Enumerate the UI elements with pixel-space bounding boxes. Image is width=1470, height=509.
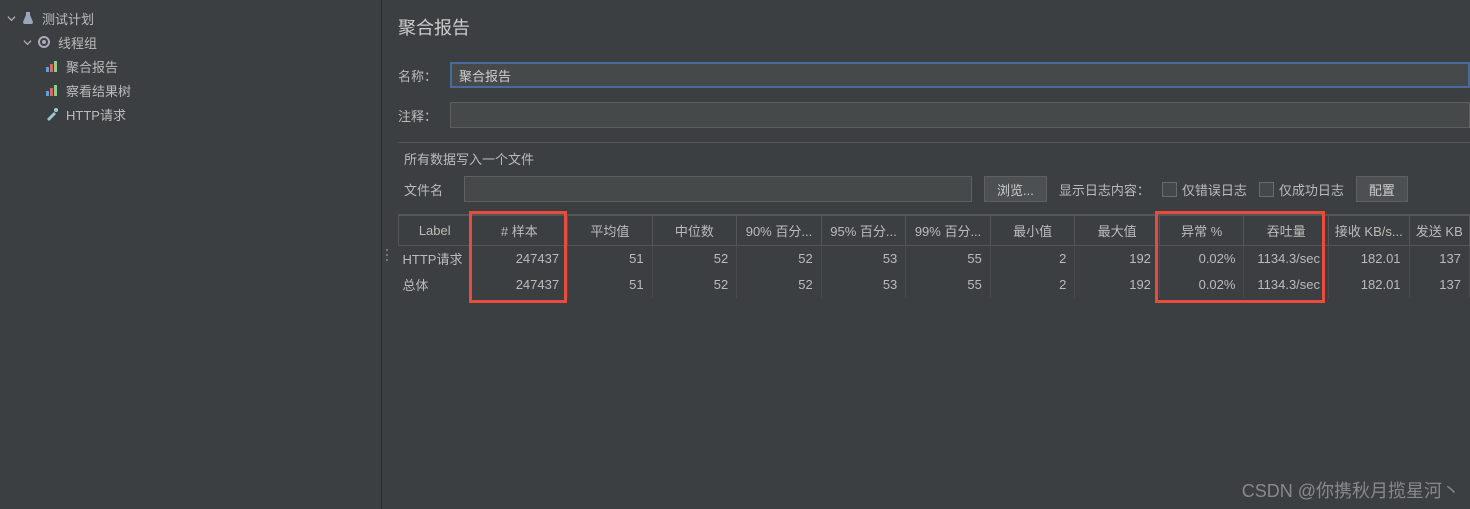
column-header[interactable]: 发送 KB: [1409, 216, 1469, 246]
main-panel: 聚合报告 名称： 注释： 所有数据写入一个文件 文件名 浏览... 显示日志内容…: [382, 0, 1470, 509]
tree-label: HTTP请求: [66, 105, 126, 124]
column-header[interactable]: 最大值: [1075, 216, 1160, 246]
browse-button[interactable]: 浏览...: [984, 176, 1047, 202]
name-label: 名称：: [398, 66, 450, 85]
cell: 247437: [471, 272, 568, 298]
column-header[interactable]: 99% 百分...: [906, 216, 991, 246]
column-header[interactable]: 90% 百分...: [737, 216, 822, 246]
cell: 137: [1409, 272, 1469, 298]
cell: 1134.3/sec: [1244, 246, 1329, 272]
filename-label: 文件名: [404, 180, 452, 199]
cell: 51: [568, 246, 653, 272]
tree-item-testplan[interactable]: 测试计划: [0, 6, 381, 30]
name-row: 名称：: [398, 62, 1470, 88]
flask-icon: [20, 10, 36, 26]
splitter-handle[interactable]: [386, 249, 388, 261]
row-label: 总体: [399, 272, 471, 298]
tree-label: 聚合报告: [66, 57, 118, 76]
config-button[interactable]: 配置: [1356, 176, 1408, 202]
name-input[interactable]: [450, 62, 1470, 88]
watermark: CSDN @你携秋月揽星河丶: [1242, 477, 1460, 503]
column-header[interactable]: 吞吐量: [1244, 216, 1329, 246]
cell: 192: [1075, 272, 1160, 298]
results-table[interactable]: Label# 样本平均值中位数90% 百分...95% 百分...99% 百分.…: [398, 214, 1470, 298]
cell: 137: [1409, 246, 1469, 272]
column-header[interactable]: 最小值: [990, 216, 1075, 246]
tree-panel[interactable]: 测试计划 线程组 聚合报告 察看结果树 HTTP请求: [0, 0, 382, 509]
pipette-icon: [44, 106, 60, 122]
cell: 247437: [471, 246, 568, 272]
checkbox-icon: [1259, 182, 1274, 197]
column-header[interactable]: # 样本: [471, 216, 568, 246]
tree-item-results-tree[interactable]: 察看结果树: [0, 78, 381, 102]
only-error-checkbox[interactable]: 仅错误日志: [1162, 180, 1247, 199]
column-header[interactable]: 中位数: [652, 216, 737, 246]
tree-label: 测试计划: [42, 9, 94, 28]
comment-row: 注释：: [398, 102, 1470, 128]
cell: 55: [906, 272, 991, 298]
chevron-down-icon[interactable]: [20, 35, 34, 49]
cell: 53: [821, 246, 906, 272]
tree-item-aggregate-report[interactable]: 聚合报告: [0, 54, 381, 78]
table-row[interactable]: 总体247437515252535521920.02%1134.3/sec182…: [399, 272, 1470, 298]
cell: 2: [990, 246, 1075, 272]
only-success-checkbox[interactable]: 仅成功日志: [1259, 180, 1344, 199]
cell: 52: [652, 246, 737, 272]
column-header[interactable]: 接收 KB/s...: [1329, 216, 1410, 246]
only-error-label: 仅错误日志: [1182, 180, 1247, 199]
cell: 52: [737, 272, 822, 298]
cell: 0.02%: [1159, 272, 1244, 298]
tree-item-http-request[interactable]: HTTP请求: [0, 102, 381, 126]
cell: 182.01: [1329, 272, 1410, 298]
checkbox-icon: [1162, 182, 1177, 197]
tree-label: 察看结果树: [66, 81, 131, 100]
cell: 1134.3/sec: [1244, 272, 1329, 298]
chart-icon: [44, 58, 60, 74]
column-header[interactable]: 异常 %: [1159, 216, 1244, 246]
file-section: 所有数据写入一个文件 文件名 浏览... 显示日志内容： 仅错误日志 仅成功日志…: [398, 142, 1470, 202]
filename-input[interactable]: [464, 176, 972, 202]
table-header-row: Label# 样本平均值中位数90% 百分...95% 百分...99% 百分.…: [399, 216, 1470, 246]
chevron-down-icon[interactable]: [4, 11, 18, 25]
tree-label: 线程组: [58, 33, 97, 52]
comment-label: 注释：: [398, 106, 450, 125]
cell: 0.02%: [1159, 246, 1244, 272]
cell: 182.01: [1329, 246, 1410, 272]
column-header[interactable]: 95% 百分...: [821, 216, 906, 246]
cell: 55: [906, 246, 991, 272]
gear-icon: [36, 34, 52, 50]
column-header[interactable]: 平均值: [568, 216, 653, 246]
only-success-label: 仅成功日志: [1279, 180, 1344, 199]
cell: 52: [652, 272, 737, 298]
tree-item-threadgroup[interactable]: 线程组: [0, 30, 381, 54]
page-title: 聚合报告: [398, 14, 1470, 40]
column-header[interactable]: Label: [399, 216, 471, 246]
log-show-label: 显示日志内容：: [1059, 180, 1150, 199]
file-row: 文件名 浏览... 显示日志内容： 仅错误日志 仅成功日志 配置: [398, 176, 1470, 202]
comment-input[interactable]: [450, 102, 1470, 128]
cell: 192: [1075, 246, 1160, 272]
file-section-title: 所有数据写入一个文件: [398, 147, 1470, 176]
cell: 52: [737, 246, 822, 272]
cell: 51: [568, 272, 653, 298]
row-label: HTTP请求: [399, 246, 471, 272]
chart-icon: [44, 82, 60, 98]
table-row[interactable]: HTTP请求247437515252535521920.02%1134.3/se…: [399, 246, 1470, 272]
cell: 53: [821, 272, 906, 298]
cell: 2: [990, 272, 1075, 298]
